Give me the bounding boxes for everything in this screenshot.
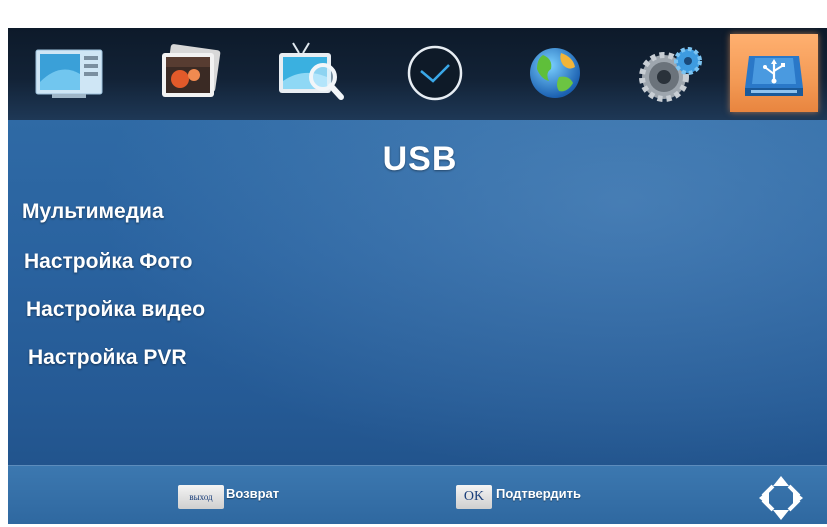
confirm-label: Подтвердить: [496, 486, 582, 501]
menu-item-multimedia[interactable]: Мультимедиа: [22, 200, 164, 224]
tab-language[interactable]: [512, 34, 598, 112]
photo-icon: [154, 43, 226, 103]
tab-channel-search[interactable]: [268, 34, 354, 112]
ok-key-button[interactable]: OK: [456, 485, 492, 509]
gears-icon: [636, 41, 706, 105]
menu-item-photo-settings[interactable]: Настройка Фото: [24, 250, 192, 274]
tab-time[interactable]: [392, 34, 478, 112]
ok-key-text: OK: [463, 489, 485, 504]
usb-icon: [741, 44, 807, 102]
globe-icon: [523, 41, 587, 105]
menu-item-video-settings[interactable]: Настройка видео: [26, 298, 205, 322]
tv-search-icon: [273, 41, 349, 105]
footer-bar: [8, 465, 827, 524]
clock-icon: [403, 41, 467, 105]
tab-system[interactable]: [628, 34, 714, 112]
tab-photo[interactable]: [147, 34, 233, 112]
screen-icon: [32, 44, 106, 102]
tab-picture[interactable]: [26, 34, 112, 112]
exit-key-text: выход: [189, 492, 213, 502]
exit-key-button[interactable]: выход: [178, 485, 224, 509]
tab-usb[interactable]: [730, 34, 818, 112]
tv-menu-screen: USB Мультимедиа Настройка Фото Настройка…: [0, 0, 827, 524]
navigation-arrows-icon: [757, 474, 805, 527]
menu-item-pvr-settings[interactable]: Настройка PVR: [28, 346, 187, 370]
page-title: USB: [382, 140, 458, 178]
exit-label: Возврат: [226, 486, 280, 501]
